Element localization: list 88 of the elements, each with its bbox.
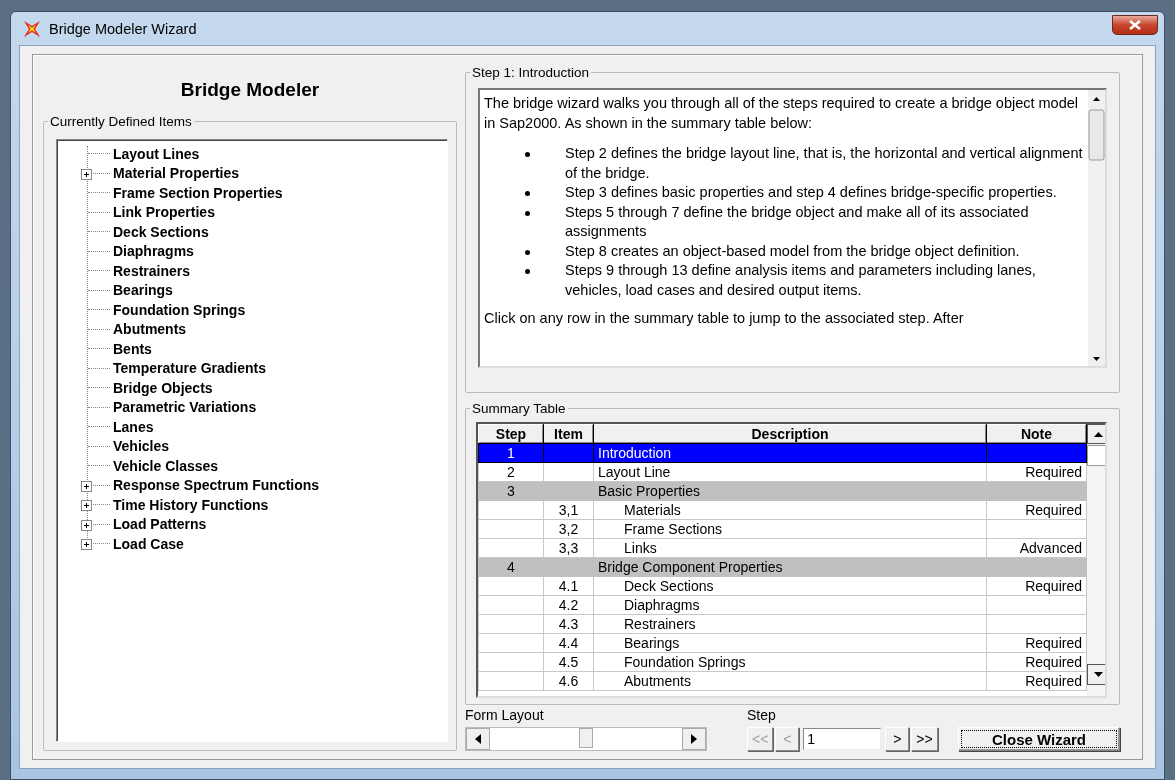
expand-icon[interactable]	[81, 500, 92, 511]
tree-item[interactable]: Bridge Objects	[113, 379, 213, 396]
scroll-thumb[interactable]	[579, 728, 593, 748]
table-cell[interactable]: Materials	[593, 500, 987, 520]
table-cell[interactable]: 3,2	[543, 519, 594, 539]
expand-icon[interactable]	[81, 168, 92, 180]
bullet-icon	[525, 249, 530, 255]
dialog-heading: Bridge Modeler	[179, 79, 321, 101]
tree-item[interactable]: Response Spectrum Functions	[113, 477, 320, 494]
right-arrow-icon[interactable]	[691, 734, 697, 744]
table-cell[interactable]: Foundation Springs	[593, 652, 987, 672]
left-arrow-icon[interactable]	[475, 734, 481, 744]
tree-item[interactable]: Bearings	[113, 282, 173, 299]
close-icon	[1129, 19, 1141, 30]
tree-item[interactable]: Temperature Gradients	[113, 360, 266, 377]
table-cell[interactable]: Required	[986, 576, 1087, 596]
tree-item[interactable]: Diaphragms	[113, 243, 194, 260]
vertical-scrollbar[interactable]	[1088, 90, 1105, 366]
bullet-text: Steps 9 through 13 define analysis items and parameters including lanes, vehicles, load cases and desired output items.	[565, 261, 1037, 300]
table-cell[interactable]: Required	[986, 633, 1087, 653]
bullet-text: Step 2 defines the bridge layout line, that is, the horizontal and vertical alignment of the bridge.	[565, 144, 1084, 183]
step-label: Step	[747, 707, 777, 723]
table-cell[interactable]: 3,1	[543, 500, 594, 520]
tree-item[interactable]: Deck Sections	[113, 223, 209, 240]
column-header[interactable]: Item	[543, 424, 594, 444]
horizontal-scrollbar[interactable]	[465, 727, 707, 751]
table-cell[interactable]: Frame Sections	[593, 519, 987, 539]
close-button[interactable]	[1112, 14, 1158, 35]
step-nav-button[interactable]: >>	[911, 727, 938, 751]
table-cell[interactable]: Required	[986, 671, 1087, 691]
table-cell[interactable]: Restrainers	[593, 614, 987, 634]
table-cell[interactable]: 4.6	[543, 671, 594, 691]
table-cell[interactable]: Required	[986, 462, 1087, 482]
intro-paragraph: Click on any row in the summary table to jump to the associated step. After	[484, 309, 965, 328]
table-cell[interactable]: 3,3	[543, 538, 594, 558]
table-cell[interactable]: 4.2	[543, 595, 594, 615]
table-cell[interactable]: Layout Line	[593, 462, 987, 482]
bullet-icon	[525, 269, 530, 274]
form-layout-label: Form Layout	[465, 707, 545, 723]
vertical-scrollbar[interactable]	[1087, 424, 1105, 686]
tree-item[interactable]: Load Patterns	[113, 516, 207, 533]
column-header[interactable]: Step	[478, 424, 544, 444]
bullet-icon	[525, 210, 530, 216]
tree-item[interactable]: Load Case	[113, 535, 184, 552]
table-cell[interactable]: Required	[986, 500, 1087, 520]
table-cell[interactable]: Advanced	[986, 538, 1087, 558]
table-cell[interactable]: Required	[986, 652, 1087, 672]
table-cell[interactable]: 2	[478, 462, 544, 482]
tree-item[interactable]: Bents	[113, 340, 152, 357]
tree-item[interactable]: Material Properties	[113, 165, 240, 182]
intro-paragraph: The bridge wizard walks you through all of the steps required to create a bridge object model in Sap2000. As shown in the summary table below:	[484, 94, 1080, 133]
window-title: Bridge Modeler Wizard	[49, 20, 197, 37]
tree-item[interactable]: Link Properties	[113, 204, 215, 221]
step-field[interactable]: 1	[803, 728, 882, 750]
app-logo-icon	[23, 19, 41, 38]
tree-item[interactable]: Vehicle Classes	[113, 457, 219, 474]
table-cell[interactable]: 4.5	[543, 652, 594, 672]
table-cell[interactable]: Bearings	[593, 633, 987, 653]
expand-icon[interactable]	[81, 519, 92, 531]
tree-item[interactable]: Foundation Springs	[113, 301, 246, 318]
tree-item[interactable]: Restrainers	[113, 262, 191, 279]
column-header[interactable]: Description	[593, 424, 987, 444]
tree-item[interactable]: Parametric Variations	[113, 399, 257, 416]
table-cell[interactable]: Deck Sections	[593, 576, 987, 596]
tree-item[interactable]: Vehicles	[113, 438, 170, 455]
tree-item[interactable]: Time History Functions	[113, 496, 269, 513]
table-cell[interactable]: Links	[593, 538, 987, 558]
tree-item[interactable]: Lanes	[113, 418, 154, 435]
group-label: Step 1: Introduction	[471, 65, 591, 80]
table-cell[interactable]: 4.1	[543, 576, 594, 596]
bullet-icon	[525, 191, 530, 196]
bullet-text: Step 8 creates an object-based model from the bridge object definition.	[565, 241, 1020, 261]
tree-item[interactable]: Layout Lines	[113, 145, 200, 162]
table-cell[interactable]: Abutments	[593, 671, 987, 691]
close-wizard-button[interactable]: Close Wizard	[958, 727, 1120, 751]
tree-item[interactable]: Frame Section Properties	[113, 184, 283, 201]
table-cell[interactable]: 4.4	[543, 633, 594, 653]
group-label: Currently Defined Items	[49, 114, 193, 129]
tree-item[interactable]: Abutments	[113, 321, 187, 338]
expand-icon[interactable]	[81, 539, 92, 550]
bullet-icon	[525, 152, 530, 157]
step-nav-button[interactable]: >	[885, 727, 910, 751]
bullet-text: Steps 5 through 7 define the bridge object and make all of its associated assignments	[565, 202, 1030, 241]
expand-icon[interactable]	[81, 480, 92, 492]
table-cell[interactable]: Diaphragms	[593, 595, 987, 615]
table-cell[interactable]: 4.3	[543, 614, 594, 634]
bullet-text: Step 3 defines basic properties and step 4 defines bridge-specific properties.	[565, 183, 1057, 202]
group-label: Summary Table	[471, 401, 567, 416]
